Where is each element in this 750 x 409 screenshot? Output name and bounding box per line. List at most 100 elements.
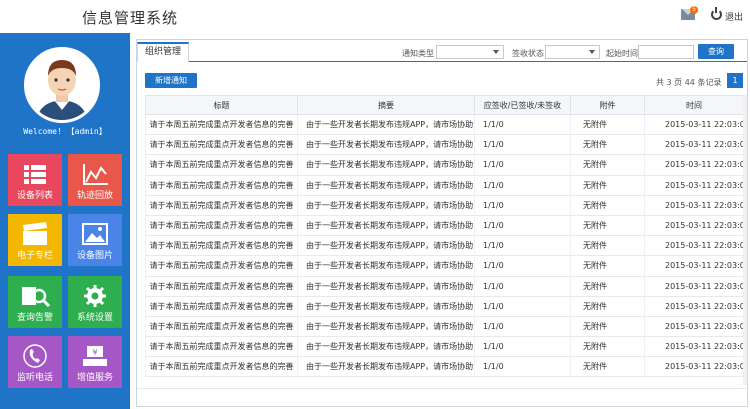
cell-summary: 由于一些开发者长期发布违规APP，请市场协助...: [297, 276, 475, 297]
cell-attachment: 无附件: [570, 114, 645, 136]
pager-summary: 共 3 页 44 条记录: [656, 78, 722, 87]
cell-sign-status: 1/1/0: [474, 296, 571, 317]
cell-summary: 由于一些开发者长期发布违规APP，请市场协助...: [297, 154, 475, 176]
cell-title: 请于本周五前完成重点开发者信息的完善: [145, 296, 298, 317]
sign-status-select[interactable]: [545, 45, 600, 59]
picture-icon: [82, 223, 108, 245]
cell-summary: 由于一些开发者长期发布违规APP，请市场协助...: [297, 134, 475, 156]
table-row[interactable]: 请于本周五前完成重点开发者信息的完善 由于一些开发者长期发布违规APP，请市场协助…: [145, 276, 744, 297]
cell-sign-status: 1/1/0: [474, 356, 571, 378]
cell-attachment: 无附件: [570, 195, 645, 216]
cell-summary: 由于一些开发者长期发布违规APP，请市场协助...: [297, 336, 475, 358]
table-header-row: 标题 摘要 应签收/已签收/未签收 附件 时间: [145, 95, 744, 115]
app-header: 信息管理系统 5 退出: [0, 0, 750, 33]
tile-value-added[interactable]: ¥ 增值服务: [68, 336, 122, 388]
filter-type-label: 通知类型: [402, 49, 434, 58]
query-button[interactable]: 查询: [698, 44, 734, 59]
cell-time: 2015-03-11 22:03:09: [644, 114, 744, 136]
table-row[interactable]: 请于本周五前完成重点开发者信息的完善 由于一些开发者长期发布违规APP，请市场协助…: [145, 235, 744, 257]
col-header-time[interactable]: 时间: [644, 95, 744, 115]
cell-attachment: 无附件: [570, 255, 645, 277]
tile-e-column[interactable]: 电子专栏: [8, 214, 62, 266]
cell-attachment: 无附件: [570, 336, 645, 358]
tile-device-pictures[interactable]: 设备图片: [68, 214, 122, 266]
cell-time: 2015-03-11 22:03:09: [644, 215, 744, 237]
cell-title: 请于本周五前完成重点开发者信息的完善: [145, 114, 298, 136]
col-header-attachment[interactable]: 附件: [570, 95, 645, 115]
cell-summary: 由于一些开发者长期发布违规APP，请市场协助...: [297, 195, 475, 216]
cell-summary: 由于一些开发者长期发布违规APP，请市场协助...: [297, 296, 475, 317]
logout-link[interactable]: 退出: [725, 10, 743, 23]
table-row[interactable]: 请于本周五前完成重点开发者信息的完善 由于一些开发者长期发布违规APP，请市场协助…: [145, 316, 744, 338]
cell-title: 请于本周五前完成重点开发者信息的完善: [145, 336, 298, 358]
tile-query-alarm[interactable]: 查询告警: [8, 276, 62, 328]
cell-attachment: 无附件: [570, 235, 645, 257]
notice-type-select[interactable]: [436, 45, 504, 59]
cell-sign-status: 1/1/0: [474, 336, 571, 358]
cell-time: 2015-03-11 22:03:09: [644, 276, 744, 297]
table-row[interactable]: 请于本周五前完成重点开发者信息的完善 由于一些开发者长期发布违规APP，请市场协助…: [145, 356, 744, 378]
tile-system-settings[interactable]: 系统设置: [68, 276, 122, 328]
mail-badge: 5: [690, 6, 698, 14]
phone-icon: [23, 344, 47, 368]
col-header-title[interactable]: 标题: [145, 95, 298, 115]
cell-sign-status: 1/1/0: [474, 235, 571, 257]
cell-sign-status: 1/1/0: [474, 215, 571, 237]
vertical-scrollbar[interactable]: [743, 95, 747, 385]
table-row[interactable]: 请于本周五前完成重点开发者信息的完善 由于一些开发者长期发布违规APP，请市场协助…: [145, 296, 744, 317]
table-row[interactable]: 请于本周五前完成重点开发者信息的完善 由于一些开发者长期发布违规APP，请市场协助…: [145, 195, 744, 216]
cell-time: 2015-03-11 22:03:09: [644, 134, 744, 156]
cell-attachment: 无附件: [570, 154, 645, 176]
tile-track-playback[interactable]: 轨迹回放: [68, 154, 122, 206]
cell-title: 请于本周五前完成重点开发者信息的完善: [145, 316, 298, 338]
tile-label: 增值服务: [76, 373, 113, 383]
tile-label: 系统设置: [76, 313, 113, 323]
page-number-button[interactable]: 1: [727, 73, 743, 88]
cell-sign-status: 1/1/0: [474, 134, 571, 156]
cell-attachment: 无附件: [570, 276, 645, 297]
main-panel: 组织管理 通知类型 签收状态 起始时间 查询 新增通知 共 3 页 44 条记录…: [136, 39, 748, 407]
tile-monitor-phone[interactable]: 监听电话: [8, 336, 62, 388]
table-row[interactable]: 请于本周五前完成重点开发者信息的完善 由于一些开发者长期发布违规APP，请市场协助…: [145, 215, 744, 237]
app-title: 信息管理系统: [82, 9, 179, 27]
cell-time: 2015-03-11 22:03:09: [644, 255, 744, 277]
tile-label: 查询告警: [16, 313, 53, 323]
power-icon-bar: [715, 7, 717, 13]
cell-summary: 由于一些开发者长期发布违规APP，请市场协助...: [297, 235, 475, 257]
gear-icon: [84, 285, 106, 307]
cell-time: 2015-03-11 22:03:09: [644, 195, 744, 216]
table-row[interactable]: 请于本周五前完成重点开发者信息的完善 由于一些开发者长期发布违规APP，请市场协助…: [145, 154, 744, 176]
notice-table: 标题 摘要 应签收/已签收/未签收 附件 时间 请于本周五前完成重点开发者信息的…: [145, 95, 744, 378]
cell-summary: 由于一些开发者长期发布违规APP，请市场协助...: [297, 215, 475, 237]
table-row[interactable]: 请于本周五前完成重点开发者信息的完善 由于一些开发者长期发布违规APP，请市场协助…: [145, 114, 744, 136]
cell-attachment: 无附件: [570, 316, 645, 338]
table-row[interactable]: 请于本周五前完成重点开发者信息的完善 由于一些开发者长期发布违规APP，请市场协助…: [145, 134, 744, 156]
cell-attachment: 无附件: [570, 296, 645, 317]
table-footer: [137, 388, 747, 406]
cell-summary: 由于一些开发者长期发布违规APP，请市场协助...: [297, 114, 475, 136]
money-hand-icon: ¥: [83, 346, 107, 366]
clapboard-icon: [23, 222, 47, 245]
col-header-summary[interactable]: 摘要: [297, 95, 475, 115]
cell-attachment: 无附件: [570, 215, 645, 237]
cell-time: 2015-03-11 22:03:09: [644, 356, 744, 378]
table-row[interactable]: 请于本周五前完成重点开发者信息的完善 由于一些开发者长期发布违规APP，请市场协助…: [145, 175, 744, 196]
cell-title: 请于本周五前完成重点开发者信息的完善: [145, 235, 298, 257]
cell-title: 请于本周五前完成重点开发者信息的完善: [145, 175, 298, 196]
col-header-sign-status[interactable]: 应签收/已签收/未签收: [474, 95, 571, 115]
table-row[interactable]: 请于本周五前完成重点开发者信息的完善 由于一些开发者长期发布违规APP，请市场协助…: [145, 336, 744, 358]
search-alert-icon: [22, 287, 51, 308]
cell-time: 2015-03-11 22:03:09: [644, 296, 744, 317]
cell-sign-status: 1/1/0: [474, 154, 571, 176]
tile-label: 监听电话: [16, 373, 53, 383]
cell-sign-status: 1/1/0: [474, 316, 571, 338]
tab-bar: 组织管理 通知类型 签收状态 起始时间 查询: [137, 40, 747, 62]
cell-title: 请于本周五前完成重点开发者信息的完善: [145, 134, 298, 156]
table-row[interactable]: 请于本周五前完成重点开发者信息的完善 由于一些开发者长期发布违规APP，请市场协助…: [145, 255, 744, 277]
cell-attachment: 无附件: [570, 356, 645, 378]
add-notice-button[interactable]: 新增通知: [145, 73, 197, 88]
start-time-input[interactable]: [638, 45, 694, 59]
cell-summary: 由于一些开发者长期发布违规APP，请市场协助...: [297, 175, 475, 196]
tile-device-list[interactable]: 设备列表: [8, 154, 62, 206]
tab-org-management[interactable]: 组织管理: [137, 42, 189, 62]
